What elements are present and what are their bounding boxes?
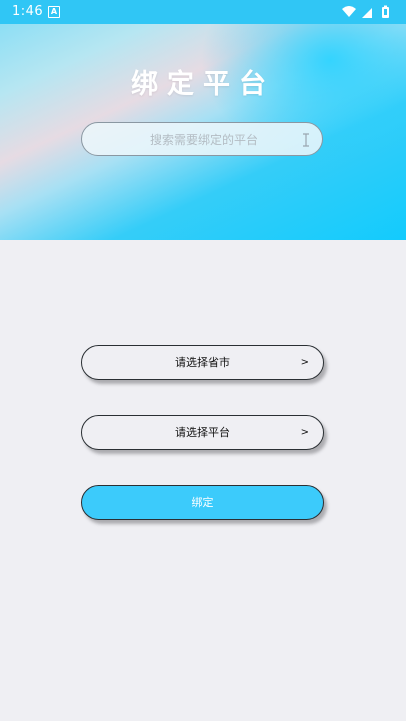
platform-selector[interactable]: 请选择平台 > [81,415,324,450]
province-city-selector[interactable]: 请选择省市 > [81,345,324,380]
text-cursor-icon [303,133,309,147]
search-input[interactable] [102,123,306,157]
province-city-label: 请选择省市 [175,356,230,369]
wifi-icon [342,6,356,17]
status-bar: 1:46 A [0,0,406,24]
search-box[interactable] [81,122,323,157]
app-notification-icon: A [48,6,60,18]
platform-label: 请选择平台 [175,426,230,439]
page-title: 绑定平台 [131,69,275,100]
bind-button-label: 绑定 [191,496,214,509]
chevron-right-icon: > [300,357,309,368]
chevron-right-icon: > [300,427,309,438]
signal-icon [362,8,372,18]
header-banner [0,0,406,240]
status-icons [342,5,389,18]
status-time: 1:46 [12,4,44,19]
bind-button[interactable]: 绑定 [81,485,324,520]
battery-icon [382,5,389,18]
